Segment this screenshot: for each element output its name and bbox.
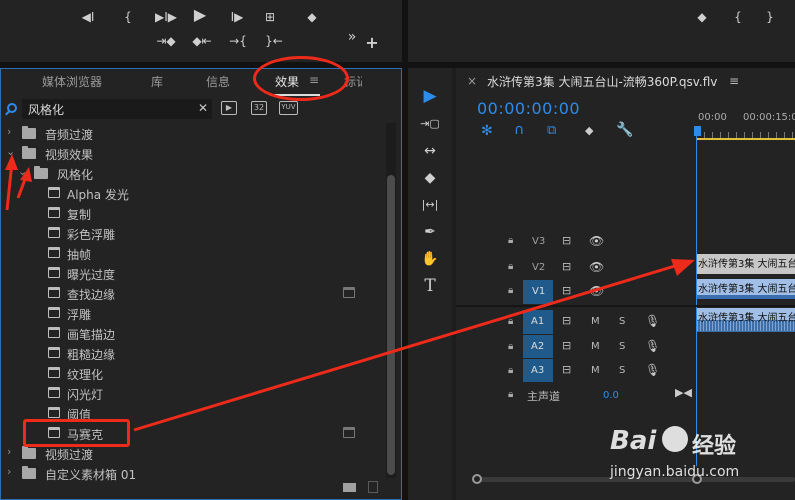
watermark-url: jingyan.baidu.com: [610, 464, 740, 480]
baidu-watermark: Bai 经验 jingyan.baidu.com: [610, 426, 795, 496]
annotation-arrow-head: [20, 167, 32, 182]
annotation-arrow-line: [133, 260, 689, 432]
watermark-brand: Bai: [610, 426, 657, 456]
annotation-arrow-head: [671, 259, 695, 276]
paw-logo-icon: [662, 426, 688, 452]
watermark-brand-2: 经验: [692, 434, 737, 459]
annotation-arrows: [5, 154, 695, 432]
annotation-arrow-head: [5, 154, 18, 170]
